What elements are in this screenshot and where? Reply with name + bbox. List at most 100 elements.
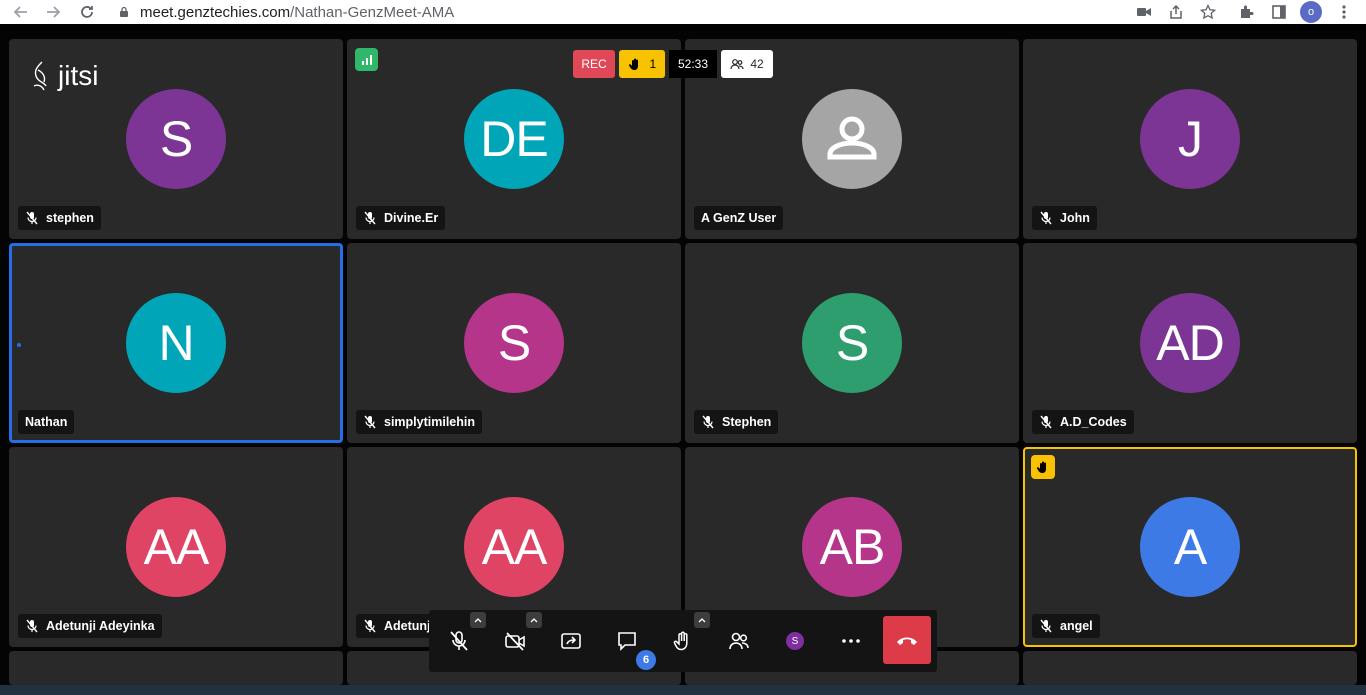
avatar: AD (1140, 293, 1240, 393)
participant-tile-hand-raised[interactable]: A angel (1023, 447, 1357, 647)
camera-off-icon (505, 632, 525, 651)
avatar: S (464, 293, 564, 393)
participant-name: Nathan (25, 415, 68, 429)
address-bar[interactable]: meet.genztechies.com/Nathan-GenzMeet-AMA (110, 1, 1112, 23)
side-panel-icon[interactable] (1268, 0, 1290, 24)
back-icon[interactable] (10, 1, 32, 23)
participant-name: Adetunji (384, 619, 434, 633)
reload-icon[interactable] (76, 1, 98, 23)
screen-share-button[interactable] (551, 621, 591, 661)
participant-tile[interactable]: AA Adetunji Adeyinka (9, 447, 343, 647)
recording-badge: REC (573, 50, 615, 78)
name-label: Stephen (694, 410, 779, 434)
participant-tile[interactable]: AD A.D_Codes (1023, 243, 1357, 443)
camera-options-chevron-icon[interactable] (526, 612, 542, 628)
avatar: AB (802, 497, 902, 597)
participant-name: Stephen (722, 415, 772, 429)
avatar: S (802, 293, 902, 393)
avatar: J (1140, 89, 1240, 189)
menu-kebab-icon[interactable] (1333, 0, 1355, 24)
name-label: angel (1032, 614, 1100, 638)
participants-icon (729, 632, 749, 650)
participant-tile[interactable]: S Stephen (685, 243, 1019, 443)
profile-avatar[interactable]: o (1300, 1, 1322, 23)
name-label: A.D_Codes (1032, 410, 1134, 434)
share-icon[interactable] (1165, 0, 1187, 24)
meeting-toolbar: 6 S (429, 610, 937, 672)
extensions-icon[interactable] (1236, 0, 1258, 24)
participant-tile[interactable]: J John (1023, 39, 1357, 239)
mic-muted-icon (364, 619, 376, 633)
participant-name: A.D_Codes (1060, 415, 1127, 429)
url-host: meet.genztechies.com (140, 3, 291, 21)
participants-icon (730, 59, 744, 70)
reactions-chevron-icon[interactable] (694, 612, 710, 628)
hand-icon (628, 58, 638, 70)
more-dots-icon (842, 639, 860, 643)
avatar: AA (126, 497, 226, 597)
avatar: S (126, 89, 226, 189)
connection-quality-indicator[interactable] (355, 48, 378, 71)
self-avatar-button[interactable]: S (775, 621, 815, 661)
name-label: Divine.Er (356, 206, 446, 230)
participant-count-badge[interactable]: 42 (721, 50, 773, 78)
participant-tile[interactable] (1023, 651, 1357, 685)
self-avatar: S (786, 632, 804, 650)
forward-icon[interactable] (42, 1, 64, 23)
chat-unread-badge: 6 (636, 650, 656, 670)
jitsi-logo-text: jitsi (58, 60, 99, 91)
name-label: John (1032, 206, 1097, 230)
mic-muted-icon (26, 619, 38, 633)
participant-tile-active-speaker[interactable]: N Nathan (9, 243, 343, 443)
name-label: Adetunji Adeyinka (18, 614, 162, 638)
meeting-status-bar: REC 1 52:33 42 (573, 50, 773, 78)
avatar: AA (464, 497, 564, 597)
avatar: DE (464, 89, 564, 189)
lock-icon (120, 6, 128, 17)
chat-icon (618, 632, 636, 651)
browser-toolbar: meet.genztechies.com/Nathan-GenzMeet-AMA… (0, 0, 1366, 24)
participant-name: stephen (46, 211, 94, 225)
participant-name: A GenZ User (701, 211, 777, 225)
mic-muted-icon (26, 211, 38, 225)
participant-name: Divine.Er (384, 211, 439, 225)
speaker-indicator (17, 343, 21, 347)
name-label: A GenZ User (694, 206, 784, 230)
avatar: A (1140, 497, 1240, 597)
raised-hands-counter[interactable]: 1 (619, 50, 665, 78)
avatar: N (126, 293, 226, 393)
mic-muted-icon (364, 415, 376, 429)
raised-hand-badge (1031, 455, 1055, 479)
participant-name: Adetunji Adeyinka (46, 619, 155, 633)
user-icon (827, 116, 877, 160)
participant-name: John (1060, 211, 1090, 225)
participant-tile[interactable] (9, 651, 343, 685)
mic-muted-icon (1040, 211, 1052, 225)
jitsi-logo: jitsi (30, 60, 98, 92)
bookmark-star-icon[interactable] (1197, 0, 1219, 24)
name-label: stephen (18, 206, 101, 230)
mic-muted-icon (1040, 619, 1052, 633)
hand-icon (1036, 461, 1046, 473)
more-actions-button[interactable] (831, 621, 871, 661)
participant-count: 42 (750, 57, 764, 71)
meeting-timer: 52:33 (669, 50, 717, 78)
mic-muted-icon (702, 415, 714, 429)
avatar-placeholder (802, 89, 902, 189)
participants-button[interactable] (719, 621, 759, 661)
raised-hands-count: 1 (649, 57, 657, 71)
camera-icon[interactable] (1133, 0, 1155, 24)
mic-options-chevron-icon[interactable] (470, 612, 486, 628)
participant-name: angel (1060, 619, 1093, 633)
hangup-icon (897, 637, 917, 645)
screen-share-icon (561, 633, 581, 649)
leave-meeting-button[interactable] (883, 616, 931, 664)
mic-muted-icon (450, 631, 468, 651)
mic-muted-icon (364, 211, 376, 225)
participant-tile[interactable]: S simplytimilehin (347, 243, 681, 443)
os-taskbar (0, 685, 1366, 695)
name-label: simplytimilehin (356, 410, 482, 434)
hand-icon (673, 631, 688, 651)
name-label: Nathan (18, 410, 75, 434)
url-path: /Nathan-GenzMeet-AMA (290, 3, 455, 21)
